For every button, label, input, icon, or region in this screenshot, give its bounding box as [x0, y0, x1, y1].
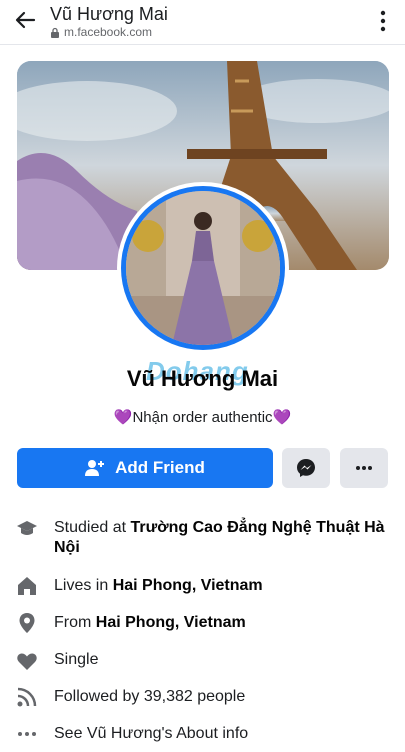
lock-icon	[51, 27, 59, 38]
lives-prefix: Lives in	[54, 577, 113, 594]
home-icon	[18, 577, 36, 595]
profile-name: Vũ Hương Mai	[126, 366, 279, 391]
profile-bio: 💜Nhận order authentic💜	[0, 408, 405, 426]
messenger-icon	[297, 459, 315, 477]
more-actions-button[interactable]	[340, 448, 388, 488]
more-menu-icon[interactable]	[379, 10, 387, 32]
profile-picture	[126, 191, 280, 345]
relationship-text: Single	[54, 651, 99, 668]
rss-followers-icon	[17, 687, 37, 707]
location-pin-icon	[19, 613, 35, 633]
lives-place[interactable]: Hai Phong, Vietnam	[113, 577, 263, 594]
url-display: m.facebook.com	[50, 25, 152, 39]
from-place[interactable]: Hai Phong, Vietnam	[96, 614, 246, 631]
messenger-button[interactable]	[282, 448, 330, 488]
top-bar: Vũ Hương Mai m.facebook.com	[0, 0, 405, 45]
profile-picture-ring	[121, 186, 285, 350]
more-dots-icon	[356, 466, 372, 470]
see-about-link[interactable]: See Vũ Hương's About info	[54, 724, 389, 744]
purple-heart-icon: 💜	[113, 409, 133, 426]
bio-text: Nhận order authentic	[132, 409, 273, 426]
page-title: Vũ Hương Mai	[50, 4, 168, 24]
heart-icon	[17, 653, 37, 670]
education-prefix: Studied at	[54, 519, 131, 536]
from-prefix: From	[54, 614, 96, 631]
back-arrow-icon[interactable]	[12, 8, 38, 32]
graduation-cap-icon	[17, 521, 37, 535]
add-friend-icon	[85, 460, 105, 476]
followers-text[interactable]: Followed by 39,382 people	[54, 687, 389, 707]
avatar-image	[126, 191, 280, 345]
more-dots-icon	[18, 732, 36, 736]
purple-heart-icon: 💜	[272, 409, 292, 426]
profile-picture-frame[interactable]	[117, 182, 289, 354]
add-friend-button[interactable]: Add Friend	[17, 448, 273, 488]
url-text: m.facebook.com	[64, 25, 153, 39]
add-friend-label: Add Friend	[115, 458, 205, 477]
